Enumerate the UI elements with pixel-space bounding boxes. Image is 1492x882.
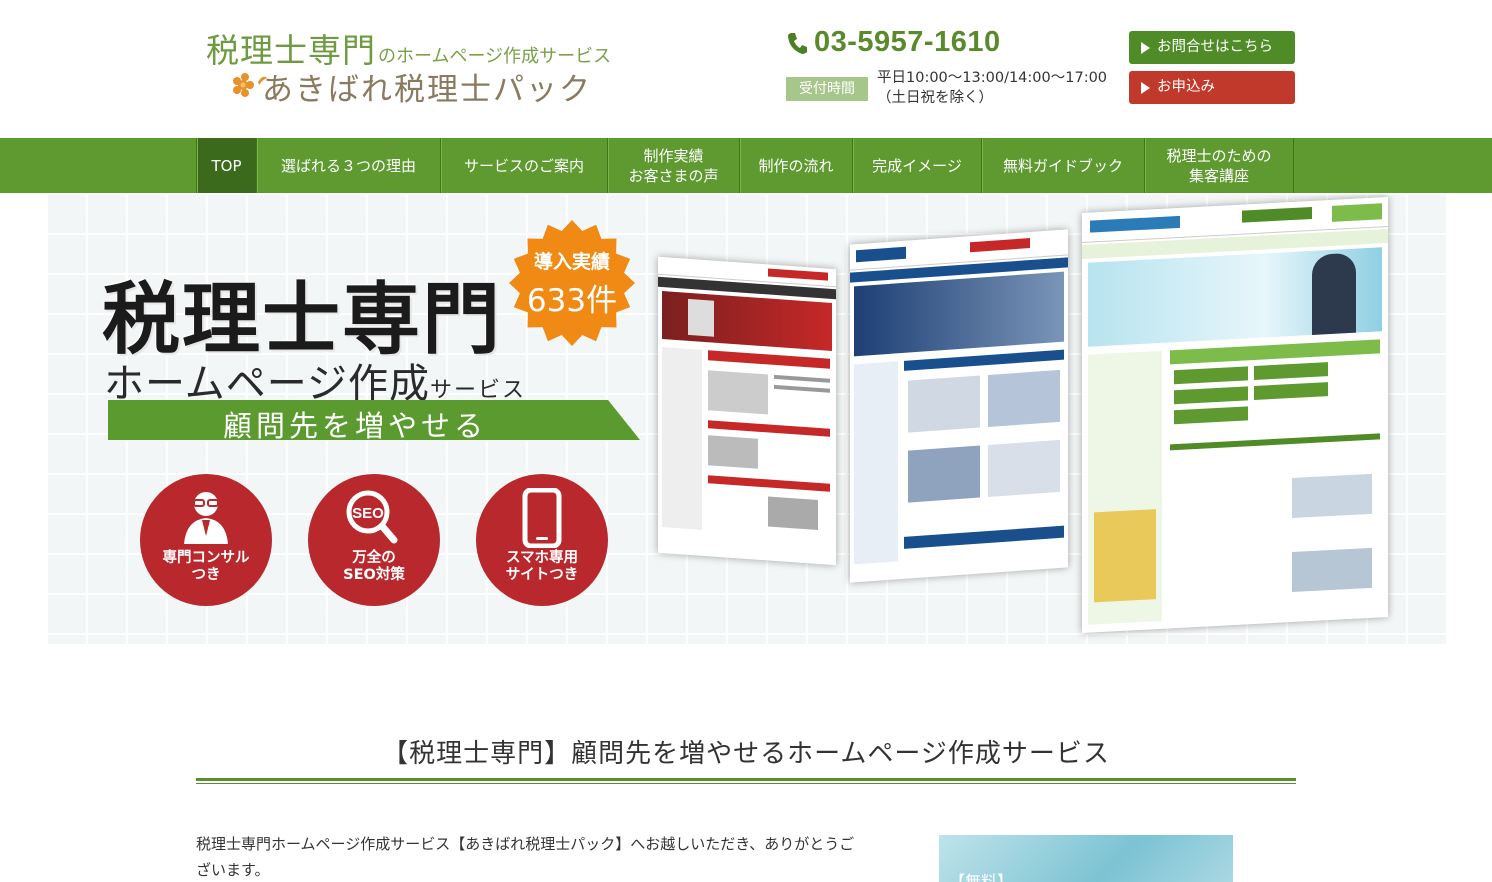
feature-consultant-label: 専門コンサル つき bbox=[162, 550, 250, 583]
business-hours-note: （土日祝を除く） bbox=[877, 90, 993, 106]
feature-seo: SEO 万全の SEO対策 bbox=[308, 474, 440, 606]
feature-seo-label: 万全の SEO対策 bbox=[343, 550, 405, 583]
nav-list: TOP 選ばれる３つの理由 サービスのご案内 制作実績 お客さまの声 制作の流れ… bbox=[196, 138, 1294, 193]
consultant-icon bbox=[184, 492, 228, 544]
site-header: 税理士専門 のホームページ作成サービス あきばれ税理士パック 03-5957-16… bbox=[0, 0, 1492, 138]
nav-item-works-label: 制作実績 お客さまの声 bbox=[628, 146, 719, 185]
logo-brand-text: あきばれ税理士パック bbox=[262, 72, 592, 108]
hero-ribbon: 顧問先を増やせる bbox=[108, 400, 640, 440]
website-mockup-2 bbox=[850, 229, 1068, 583]
nav-item-seminar[interactable]: 税理士のための 集客講座 bbox=[1145, 138, 1294, 193]
hero-banner[interactable]: 税理士専門 ホームページ作成サービス 顧問先を増やせる 導入実績 633件 専門… bbox=[46, 193, 1446, 644]
apply-button[interactable]: お申込み bbox=[1129, 71, 1295, 104]
smartphone-icon bbox=[522, 488, 562, 548]
business-hours-weekday: 平日10:00～13:00/14:00～17:00 bbox=[877, 70, 1108, 86]
feature-consultant: 専門コンサル つき bbox=[140, 474, 272, 606]
achievement-badge: 導入実績 633件 bbox=[508, 219, 636, 347]
global-nav: TOP 選ばれる３つの理由 サービスのご案内 制作実績 お客さまの声 制作の流れ… bbox=[0, 138, 1492, 193]
phone-icon bbox=[788, 32, 807, 54]
nav-item-seminar-label: 税理士のための 集客講座 bbox=[1166, 146, 1272, 185]
section-divider bbox=[196, 778, 1296, 781]
nav-item-top[interactable]: TOP bbox=[197, 138, 257, 193]
nav-item-guidebook[interactable]: 無料ガイドブック bbox=[982, 138, 1145, 193]
website-mockup-3 bbox=[1082, 196, 1388, 634]
nav-item-reasons[interactable]: 選ばれる３つの理由 bbox=[257, 138, 441, 193]
phone-number[interactable]: 03-5957-1610 bbox=[814, 26, 1001, 58]
nav-item-works[interactable]: 制作実績 お客さまの声 bbox=[608, 138, 740, 193]
hero-ribbon-text: 顧問先を増やせる bbox=[223, 409, 488, 443]
feature-smartphone: スマホ専用 サイトつき bbox=[476, 474, 608, 606]
hero-subtitle-suffix: サービス bbox=[430, 378, 527, 403]
contact-button[interactable]: お問合せはこちら bbox=[1129, 31, 1295, 64]
section-title: 【税理士専門】顧問先を増やせるホームページ作成サービス bbox=[382, 739, 1110, 769]
intro-paragraph: 税理士専門ホームページ作成サービス【あきばれ税理士パック】へお越しいただき、あり… bbox=[196, 835, 855, 879]
nav-item-flow[interactable]: 制作の流れ bbox=[740, 138, 853, 193]
badge-label: 導入実績 bbox=[533, 251, 610, 273]
phone-number-block[interactable]: 03-5957-1610 bbox=[786, 26, 1001, 59]
free-guidebook-banner[interactable]: 【無料】 bbox=[939, 835, 1233, 882]
site-logo[interactable]: 税理士専門 のホームページ作成サービス あきばれ税理士パック bbox=[206, 24, 656, 108]
free-guidebook-banner-text: 【無料】 bbox=[949, 872, 1014, 882]
nav-item-samples[interactable]: 完成イメージ bbox=[853, 138, 982, 193]
svg-text:SEO: SEO bbox=[352, 505, 384, 522]
hours-badge: 受付時間 bbox=[786, 77, 868, 101]
business-hours: 平日10:00～13:00/14:00～17:00 （土日祝を除く） bbox=[877, 68, 1107, 108]
feature-smartphone-label: スマホ専用 サイトつき bbox=[505, 550, 579, 583]
badge-count: 633件 bbox=[526, 283, 618, 319]
nav-item-services[interactable]: サービスのご案内 bbox=[441, 138, 608, 193]
seo-search-icon: SEO bbox=[346, 490, 398, 544]
section-divider-thin bbox=[196, 783, 1296, 784]
website-mockup-1 bbox=[658, 256, 836, 566]
